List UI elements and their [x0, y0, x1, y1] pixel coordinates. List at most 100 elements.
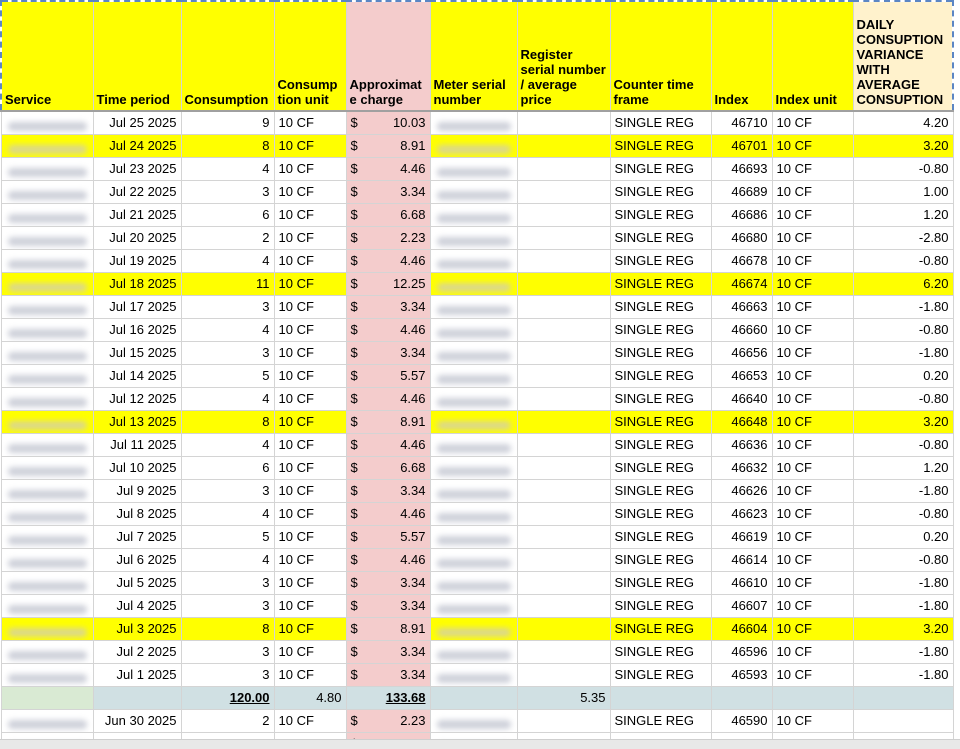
service-cell-redacted[interactable]	[0, 502, 94, 526]
approximate-charge-cell[interactable]: $8.91	[345, 410, 431, 434]
register-serial-cell[interactable]	[516, 180, 611, 204]
counter-time-frame-cell[interactable]: SINGLE REG	[609, 226, 712, 250]
register-serial-cell[interactable]	[516, 249, 611, 273]
consumption-cell[interactable]: 5	[180, 525, 275, 549]
table-cell[interactable]	[92, 686, 182, 710]
index-unit-cell[interactable]: 10 CF	[771, 295, 854, 319]
approximate-charge-cell[interactable]: $12.25	[345, 272, 431, 296]
time-period-cell[interactable]: Jul 22 2025	[92, 180, 182, 204]
register-serial-cell[interactable]	[516, 364, 611, 388]
register-serial-cell[interactable]	[516, 433, 611, 457]
service-cell-redacted[interactable]	[0, 226, 94, 250]
variance-cell[interactable]: 3.20	[852, 617, 954, 641]
index-unit-cell[interactable]: 10 CF	[771, 341, 854, 365]
variance-cell[interactable]: 0.20	[852, 364, 954, 388]
consumption-cell[interactable]: 11	[180, 272, 275, 296]
consumption-cell[interactable]: 3	[180, 594, 275, 618]
register-serial-cell[interactable]	[516, 387, 611, 411]
index-unit-cell[interactable]: 10 CF	[771, 134, 854, 158]
consumption-cell[interactable]: 3	[180, 571, 275, 595]
variance-cell[interactable]: 0.20	[852, 525, 954, 549]
meter-serial-cell-redacted[interactable]	[429, 479, 518, 503]
header-approximate-charge[interactable]: Approximat e charge	[345, 0, 431, 112]
consumption-unit-cell[interactable]: 10 CF	[273, 525, 347, 549]
index-unit-cell[interactable]: 10 CF	[771, 272, 854, 296]
approximate-charge-cell[interactable]: $3.34	[345, 594, 431, 618]
meter-serial-cell-redacted[interactable]	[429, 548, 518, 572]
index-unit-cell[interactable]: 10 CF	[771, 180, 854, 204]
time-period-cell[interactable]: Jul 18 2025	[92, 272, 182, 296]
counter-time-frame-cell[interactable]: SINGLE REG	[609, 249, 712, 273]
counter-time-frame-cell[interactable]: SINGLE REG	[609, 180, 712, 204]
approximate-charge-cell[interactable]: $3.34	[345, 180, 431, 204]
total-charge-cell[interactable]: 133.68	[345, 686, 431, 710]
service-cell-redacted[interactable]	[0, 364, 94, 388]
consumption-unit-cell[interactable]: 10 CF	[273, 617, 347, 641]
meter-serial-cell-redacted[interactable]	[429, 272, 518, 296]
register-serial-cell[interactable]	[516, 456, 611, 480]
approximate-charge-cell[interactable]: $4.46	[345, 548, 431, 572]
meter-serial-cell-redacted[interactable]	[429, 433, 518, 457]
consumption-unit-cell[interactable]: 10 CF	[273, 709, 347, 733]
counter-time-frame-cell[interactable]: SINGLE REG	[609, 709, 712, 733]
register-serial-cell[interactable]	[516, 134, 611, 158]
variance-cell[interactable]: -1.80	[852, 594, 954, 618]
time-period-cell[interactable]: Jul 12 2025	[92, 387, 182, 411]
service-cell-redacted[interactable]	[0, 640, 94, 664]
consumption-unit-cell[interactable]: 10 CF	[273, 134, 347, 158]
register-serial-cell[interactable]	[516, 502, 611, 526]
table-cell[interactable]	[710, 686, 773, 710]
service-cell-redacted[interactable]	[0, 295, 94, 319]
consumption-unit-cell[interactable]: 10 CF	[273, 548, 347, 572]
spreadsheet-grid[interactable]: Service Time period Consumption Consump …	[0, 0, 960, 749]
index-unit-cell[interactable]: 10 CF	[771, 502, 854, 526]
index-cell[interactable]: 46632	[710, 456, 773, 480]
index-unit-cell[interactable]: 10 CF	[771, 663, 854, 687]
header-meter-serial[interactable]: Meter serial number	[429, 0, 518, 112]
index-unit-cell[interactable]: 10 CF	[771, 226, 854, 250]
consumption-unit-cell[interactable]: 10 CF	[273, 594, 347, 618]
counter-time-frame-cell[interactable]: SINGLE REG	[609, 479, 712, 503]
consumption-cell[interactable]: 3	[180, 640, 275, 664]
consumption-cell[interactable]: 8	[180, 134, 275, 158]
index-cell[interactable]: 46619	[710, 525, 773, 549]
index-unit-cell[interactable]: 10 CF	[771, 456, 854, 480]
total-consumption-cell[interactable]: 120.00	[180, 686, 275, 710]
meter-serial-cell-redacted[interactable]	[429, 525, 518, 549]
consumption-cell[interactable]: 3	[180, 341, 275, 365]
counter-time-frame-cell[interactable]: SINGLE REG	[609, 456, 712, 480]
time-period-cell[interactable]: Jul 11 2025	[92, 433, 182, 457]
index-cell[interactable]: 46693	[710, 157, 773, 181]
meter-serial-cell-redacted[interactable]	[429, 180, 518, 204]
index-unit-cell[interactable]: 10 CF	[771, 640, 854, 664]
consumption-unit-cell[interactable]: 10 CF	[273, 456, 347, 480]
approximate-charge-cell[interactable]: $6.68	[345, 203, 431, 227]
consumption-cell[interactable]: 8	[180, 410, 275, 434]
consumption-cell[interactable]: 4	[180, 433, 275, 457]
service-cell-redacted[interactable]	[0, 180, 94, 204]
counter-time-frame-cell[interactable]: SINGLE REG	[609, 548, 712, 572]
index-cell[interactable]: 46590	[710, 709, 773, 733]
service-cell-redacted[interactable]	[0, 594, 94, 618]
index-cell[interactable]: 46678	[710, 249, 773, 273]
counter-time-frame-cell[interactable]: SINGLE REG	[609, 134, 712, 158]
consumption-cell[interactable]: 2	[180, 226, 275, 250]
time-period-cell[interactable]: Jul 9 2025	[92, 479, 182, 503]
meter-serial-cell-redacted[interactable]	[429, 157, 518, 181]
time-period-cell[interactable]: Jul 13 2025	[92, 410, 182, 434]
index-unit-cell[interactable]: 10 CF	[771, 479, 854, 503]
variance-cell[interactable]: -1.80	[852, 341, 954, 365]
time-period-cell[interactable]: Jul 16 2025	[92, 318, 182, 342]
index-cell[interactable]: 46710	[710, 110, 773, 135]
meter-serial-cell-redacted[interactable]	[429, 594, 518, 618]
approximate-charge-cell[interactable]: $2.23	[345, 226, 431, 250]
time-period-cell[interactable]: Jul 1 2025	[92, 663, 182, 687]
variance-cell[interactable]	[852, 709, 954, 733]
header-daily-variance[interactable]: DAILY CONSUPTION VARIANCE WITH AVERAGE C…	[852, 0, 954, 112]
time-period-cell[interactable]: Jul 14 2025	[92, 364, 182, 388]
meter-serial-cell-redacted[interactable]	[429, 364, 518, 388]
average-price-cell[interactable]: 5.35	[516, 686, 611, 710]
consumption-cell[interactable]: 6	[180, 203, 275, 227]
consumption-unit-cell[interactable]: 10 CF	[273, 410, 347, 434]
approximate-charge-cell[interactable]: $3.34	[345, 341, 431, 365]
